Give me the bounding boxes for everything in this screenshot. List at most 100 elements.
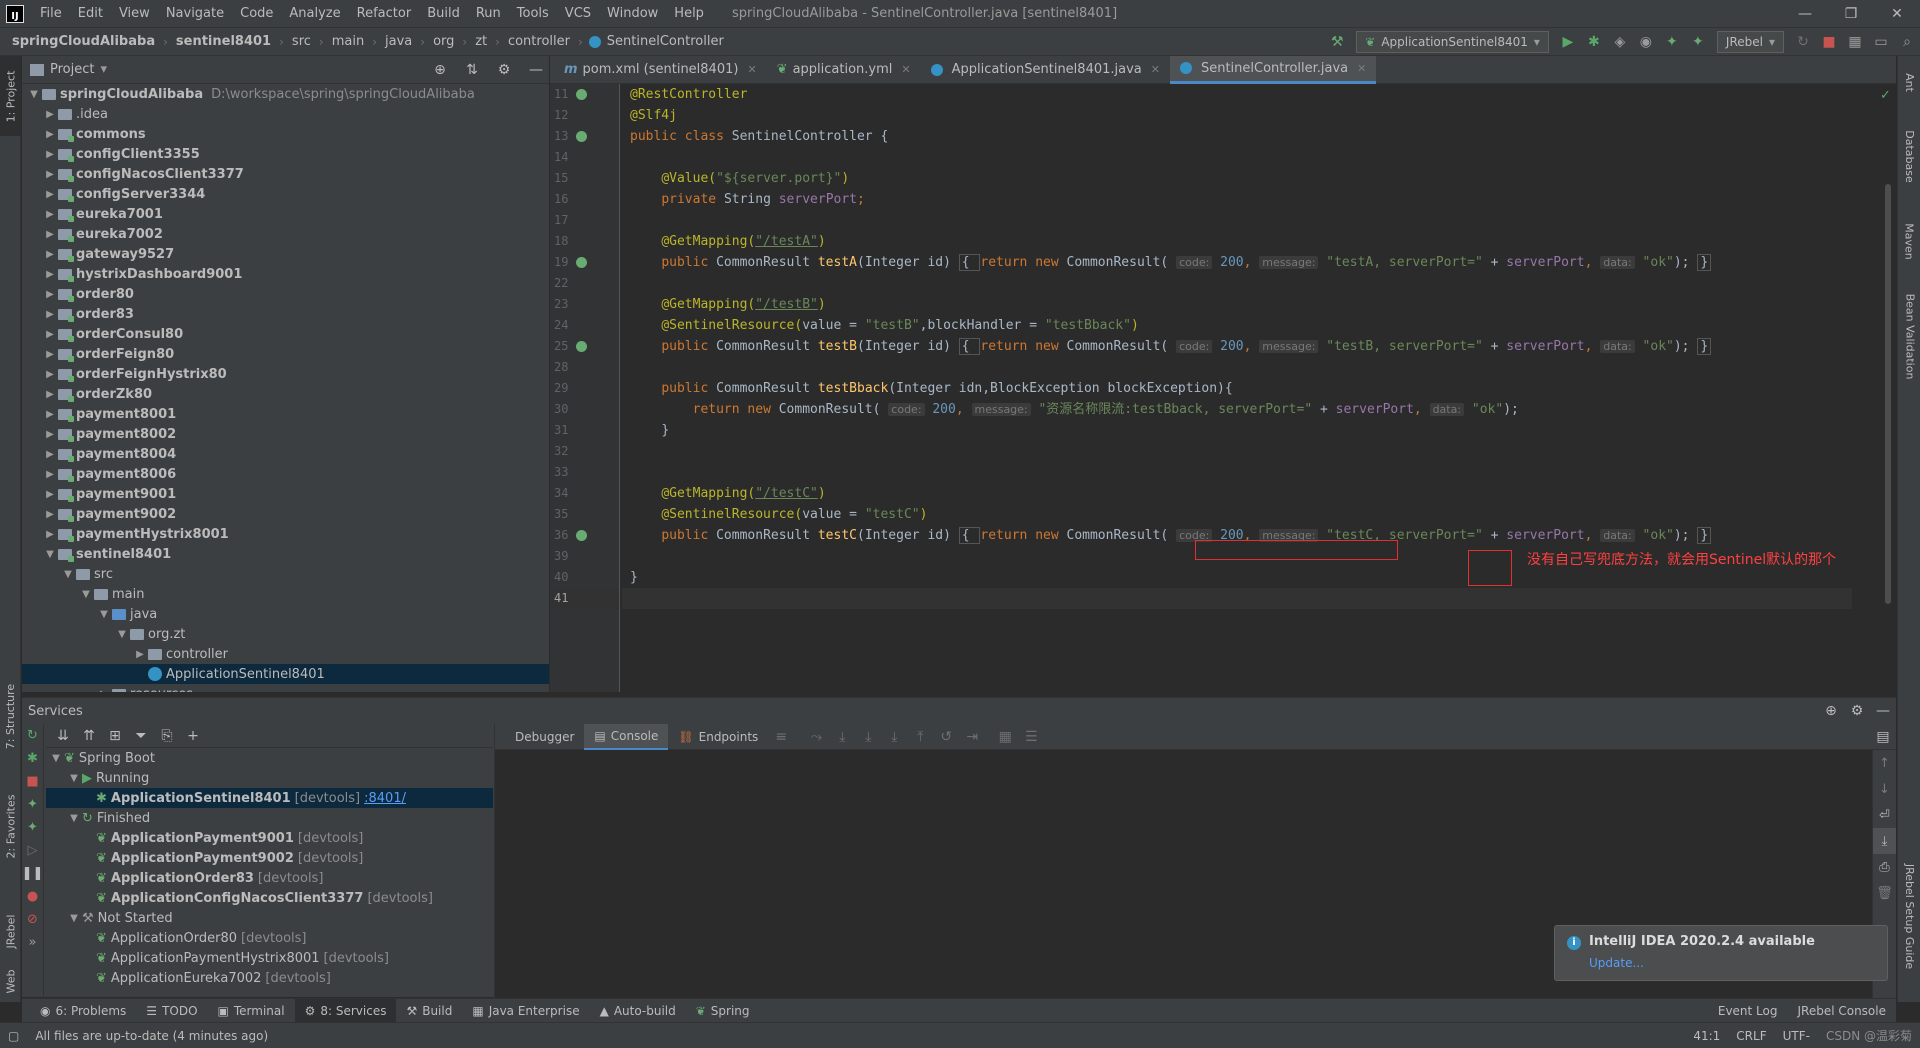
- line-number[interactable]: 30: [550, 399, 619, 420]
- tool-tab-structure[interactable]: 7: Structure: [0, 676, 21, 756]
- tree-item[interactable]: ▶ order80: [22, 284, 549, 304]
- tree-item[interactable]: ▶ payment9001: [22, 484, 549, 504]
- run-to-cursor-icon[interactable]: ⇥: [960, 725, 984, 749]
- chevron-down-icon[interactable]: ▾: [100, 62, 107, 77]
- tree-item[interactable]: ▶ payment8004: [22, 444, 549, 464]
- jrebel-select[interactable]: JRebel ▾: [1716, 30, 1784, 53]
- line-number[interactable]: 36: [550, 525, 619, 546]
- tree-item[interactable]: ▶ orderFeign80: [22, 344, 549, 364]
- collapsed-arrow-icon[interactable]: ▶: [42, 369, 58, 380]
- group-spring-boot[interactable]: ▼ ❦ Spring Boot: [46, 748, 493, 768]
- collapsed-arrow-icon[interactable]: ▶: [42, 389, 58, 400]
- soft-wrap-icon[interactable]: ⏎: [1873, 802, 1896, 828]
- crumb-project[interactable]: springCloudAlibaba: [10, 34, 157, 49]
- group-finished[interactable]: ▼ ↻ Finished: [46, 808, 493, 828]
- line-number[interactable]: 23: [550, 294, 619, 315]
- expanded-arrow-icon[interactable]: ▼: [42, 549, 58, 560]
- menu-build[interactable]: Build: [419, 6, 468, 21]
- collapse-all-icon[interactable]: ⇅: [460, 58, 484, 82]
- service-item[interactable]: ❦ ApplicationEureka7002 [devtools]: [46, 968, 493, 988]
- line-separator[interactable]: CRLF: [1728, 1029, 1774, 1043]
- line-number[interactable]: 11: [550, 84, 619, 105]
- rerun-icon[interactable]: ↻: [22, 724, 43, 747]
- line-number[interactable]: 34: [550, 483, 619, 504]
- tool-tab-event-log[interactable]: Event Log: [1708, 999, 1788, 1023]
- service-item[interactable]: ✱ ApplicationSentinel8401 [devtools]:8401…: [46, 788, 493, 808]
- tree-item[interactable]: ▶ hystrixDashboard9001: [22, 264, 549, 284]
- tool-tab-java-enterprise[interactable]: ▦ Java Enterprise: [462, 999, 589, 1023]
- menu-code[interactable]: Code: [232, 6, 281, 21]
- trash-icon[interactable]: 🗑: [1873, 880, 1896, 906]
- crumb-main[interactable]: main: [330, 34, 366, 49]
- step-into-icon[interactable]: ⤓: [856, 725, 880, 749]
- down-arrow-icon[interactable]: ↓: [1873, 776, 1896, 802]
- tool-tab-build[interactable]: ⚒ Build: [396, 999, 462, 1023]
- tree-application-class[interactable]: ApplicationSentinel8401: [22, 664, 549, 684]
- line-number[interactable]: 16: [550, 189, 619, 210]
- run-config-select[interactable]: ❦ ApplicationSentinel8401 ▾: [1356, 30, 1549, 53]
- search-icon[interactable]: ⌕: [1895, 30, 1919, 54]
- collapsed-arrow-icon[interactable]: ▶: [42, 149, 58, 160]
- collapsed-arrow-icon[interactable]: ▶: [42, 309, 58, 320]
- collapsed-arrow-icon[interactable]: ▶: [42, 169, 58, 180]
- tool-tab-maven[interactable]: Maven: [1898, 206, 1920, 276]
- line-number[interactable]: 12: [550, 105, 619, 126]
- tool-tab-auto-build[interactable]: ▲ Auto-build: [590, 999, 686, 1023]
- crumb-org[interactable]: org: [431, 34, 456, 49]
- menu-analyze[interactable]: Analyze: [281, 6, 348, 21]
- pause-icon[interactable]: ❚❚: [22, 862, 44, 885]
- service-item[interactable]: ❦ ApplicationPaymentHystrix8001 [devtools…: [46, 948, 493, 968]
- tree-item[interactable]: ▼ sentinel8401: [22, 544, 549, 564]
- collapsed-arrow-icon[interactable]: ▶: [42, 229, 58, 240]
- bean-gutter-icon[interactable]: [576, 341, 587, 352]
- mute-breakpoints-icon[interactable]: ⊘: [22, 908, 43, 931]
- tool-tab-ant[interactable]: Ant: [1898, 62, 1920, 102]
- update-link[interactable]: Update...: [1589, 956, 1875, 970]
- tree-item[interactable]: ▶ payment8001: [22, 404, 549, 424]
- collapsed-arrow-icon[interactable]: ▶: [42, 269, 58, 280]
- run-icon[interactable]: ▶: [1556, 30, 1580, 54]
- crumb-src[interactable]: src: [290, 34, 313, 49]
- tree-item[interactable]: ▶ orderConsul80: [22, 324, 549, 344]
- line-number[interactable]: 17: [550, 210, 619, 231]
- collapsed-arrow-icon[interactable]: ▶: [42, 349, 58, 360]
- build-hammer-icon[interactable]: ⚒: [1325, 30, 1349, 54]
- step-over-icon[interactable]: ⤓: [830, 725, 854, 749]
- tab-sentinel-controller[interactable]: SentinelController.java ✕: [1169, 55, 1377, 84]
- collapsed-arrow-icon[interactable]: ▶: [42, 509, 58, 520]
- tree-item[interactable]: ▶ configClient3355: [22, 144, 549, 164]
- collapsed-arrow-icon[interactable]: ▶: [42, 249, 58, 260]
- maximize-icon[interactable]: ❐: [1828, 6, 1874, 22]
- bean-gutter-icon[interactable]: [576, 89, 587, 100]
- gear-icon[interactable]: ⚙: [492, 58, 516, 82]
- more-icon[interactable]: »: [22, 931, 43, 954]
- scrollbar-thumb[interactable]: [1885, 184, 1891, 604]
- line-number[interactable]: 24: [550, 315, 619, 336]
- line-number[interactable]: 28: [550, 357, 619, 378]
- tree-item[interactable]: ▶ payment8006: [22, 464, 549, 484]
- tool-tab-services[interactable]: ⚙ 8: Services: [294, 998, 397, 1023]
- close-icon[interactable]: ✕: [1874, 6, 1920, 22]
- tool-tab-database[interactable]: Database: [1898, 116, 1920, 196]
- line-number[interactable]: 13: [550, 126, 619, 147]
- line-number[interactable]: 32: [550, 441, 619, 462]
- menu-tools[interactable]: Tools: [509, 6, 557, 21]
- line-number[interactable]: 40: [550, 567, 619, 588]
- tree-resources[interactable]: ▶resources: [22, 684, 549, 692]
- tree-src[interactable]: ▼ src: [22, 564, 549, 584]
- up-arrow-icon[interactable]: ↑: [1873, 750, 1896, 776]
- tree-item[interactable]: ▶ configNacosClient3377: [22, 164, 549, 184]
- trace-icon[interactable]: ☰: [1019, 725, 1043, 749]
- tool-tab-jrebel-console[interactable]: JRebel Console: [1787, 999, 1896, 1023]
- tab-application-java[interactable]: ApplicationSentinel8401.java ✕: [921, 56, 1170, 84]
- service-item[interactable]: ❦ ApplicationOrder80 [devtools]: [46, 928, 493, 948]
- tool-tab-spring[interactable]: ❦ Spring: [686, 999, 760, 1023]
- service-item[interactable]: ❦ ApplicationOrder83 [devtools]: [46, 868, 493, 888]
- line-number[interactable]: 14: [550, 147, 619, 168]
- tree-item[interactable]: ▶ payment8002: [22, 424, 549, 444]
- menu-navigate[interactable]: Navigate: [158, 6, 232, 21]
- scroll-to-end-icon[interactable]: ⤓: [1873, 828, 1896, 854]
- tool-tab-bean-validation[interactable]: Bean Validation: [1898, 281, 1920, 391]
- force-step-into-icon[interactable]: ⤓: [882, 725, 906, 749]
- code-area[interactable]: @RestController @Slf4j public class Sent…: [622, 84, 1852, 692]
